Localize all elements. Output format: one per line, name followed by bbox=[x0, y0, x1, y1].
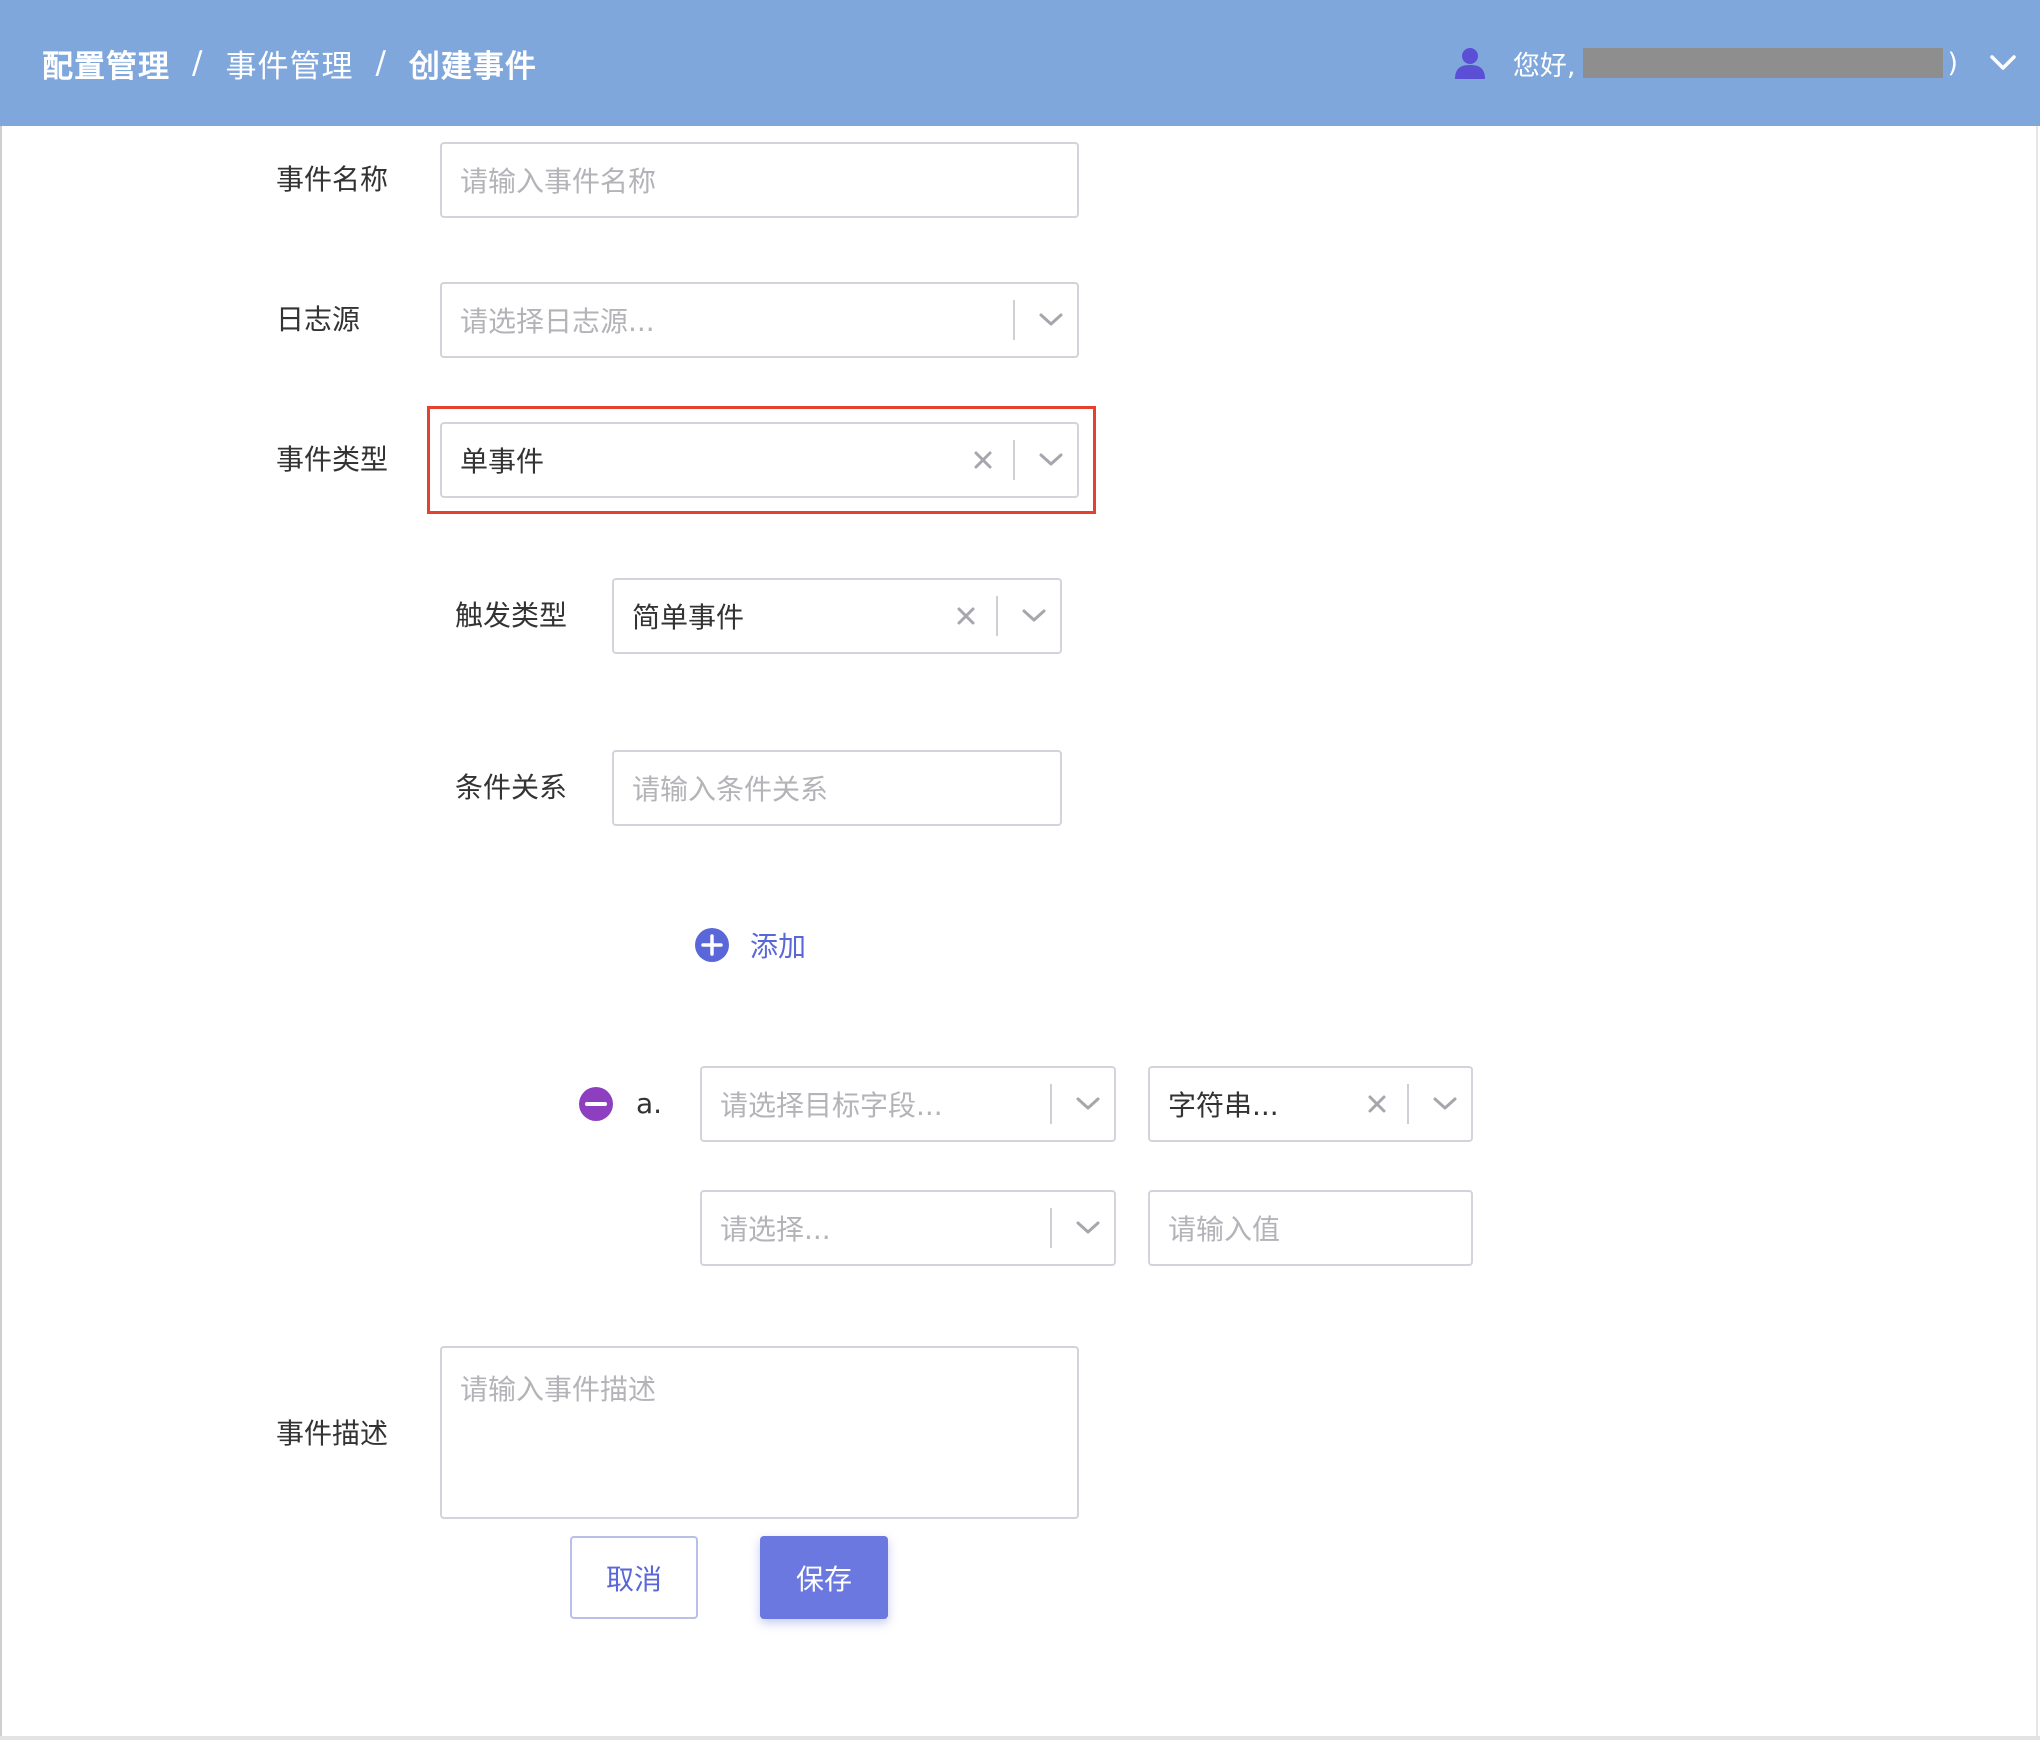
page-bottom-border bbox=[0, 1736, 2040, 1740]
value-placeholder: 请输入值 bbox=[1168, 1213, 1281, 1246]
trigger-type-select[interactable]: 简单事件 bbox=[612, 578, 1062, 654]
event-name-placeholder: 请输入事件名称 bbox=[460, 165, 657, 198]
breadcrumb-event-management[interactable]: 事件管理 bbox=[225, 41, 353, 86]
chevron-down-icon[interactable] bbox=[1008, 580, 1060, 652]
log-source-label: 日志源 bbox=[276, 303, 361, 336]
chevron-down-icon[interactable] bbox=[1062, 1192, 1114, 1264]
save-button[interactable]: 保存 bbox=[760, 1536, 888, 1619]
log-source-select[interactable]: 请选择日志源... bbox=[440, 282, 1079, 358]
breadcrumb-separator: / bbox=[192, 45, 204, 81]
clear-icon[interactable] bbox=[946, 580, 986, 652]
divider bbox=[1407, 1084, 1409, 1124]
target-field-placeholder: 请选择目标字段... bbox=[720, 1089, 943, 1122]
event-name-label: 事件名称 bbox=[276, 163, 389, 196]
chevron-down-icon[interactable] bbox=[1419, 1068, 1471, 1140]
divider bbox=[1050, 1208, 1052, 1248]
user-menu[interactable]: 您好, ) bbox=[1451, 38, 2018, 88]
operator-placeholder: 请选择... bbox=[720, 1213, 831, 1246]
cancel-button[interactable]: 取消 bbox=[570, 1536, 698, 1619]
event-type-label: 事件类型 bbox=[276, 443, 389, 476]
description-textarea[interactable]: 请输入事件描述 bbox=[440, 1346, 1079, 1519]
plus-circle-icon bbox=[695, 928, 729, 962]
condition-relation-input[interactable]: 请输入条件关系 bbox=[612, 750, 1062, 826]
divider bbox=[1050, 1084, 1052, 1124]
event-name-input[interactable]: 请输入事件名称 bbox=[440, 142, 1079, 218]
target-field-select[interactable]: 请选择目标字段... bbox=[700, 1066, 1116, 1142]
breadcrumb-config[interactable]: 配置管理 bbox=[42, 41, 170, 86]
breadcrumb-separator: / bbox=[375, 45, 387, 81]
page-right-border bbox=[2036, 126, 2038, 1740]
user-paren: ) bbox=[1947, 47, 1958, 79]
breadcrumb: 配置管理 / 事件管理 / 创建事件 bbox=[42, 38, 537, 88]
page-left-border bbox=[0, 126, 2, 1740]
top-header: 配置管理 / 事件管理 / 创建事件 您好, ) bbox=[0, 0, 2040, 126]
user-greeting: 您好, bbox=[1512, 50, 1576, 82]
log-source-placeholder: 请选择日志源... bbox=[460, 305, 655, 338]
clear-icon[interactable] bbox=[963, 424, 1003, 496]
user-icon bbox=[1451, 44, 1489, 82]
event-type-value: 单事件 bbox=[460, 445, 545, 478]
data-type-select[interactable]: 字符串... bbox=[1148, 1066, 1473, 1142]
condition-index: a. bbox=[636, 1087, 663, 1120]
masked-username bbox=[1583, 48, 1944, 78]
clear-icon[interactable] bbox=[1357, 1068, 1397, 1140]
value-input[interactable]: 请输入值 bbox=[1148, 1190, 1473, 1266]
event-type-select[interactable]: 单事件 bbox=[440, 422, 1079, 498]
trigger-type-label: 触发类型 bbox=[455, 599, 568, 632]
description-placeholder: 请输入事件描述 bbox=[460, 1373, 657, 1406]
chevron-down-icon[interactable] bbox=[1025, 424, 1077, 496]
operator-select[interactable]: 请选择... bbox=[700, 1190, 1116, 1266]
trigger-type-value: 简单事件 bbox=[632, 601, 745, 634]
condition-relation-placeholder: 请输入条件关系 bbox=[632, 773, 829, 806]
description-label: 事件描述 bbox=[276, 1417, 389, 1450]
chevron-down-icon[interactable] bbox=[1025, 284, 1077, 356]
add-condition-button[interactable]: 添加 bbox=[694, 925, 806, 965]
add-label: 添加 bbox=[750, 930, 807, 963]
chevron-down-icon[interactable] bbox=[1062, 1068, 1114, 1140]
breadcrumb-create-event: 创建事件 bbox=[408, 48, 537, 85]
condition-relation-label: 条件关系 bbox=[455, 771, 568, 804]
chevron-down-icon[interactable] bbox=[1988, 48, 2018, 78]
divider bbox=[1013, 440, 1015, 480]
divider bbox=[996, 596, 998, 636]
data-type-value: 字符串... bbox=[1168, 1089, 1279, 1122]
remove-circle-icon[interactable] bbox=[578, 1086, 614, 1122]
divider bbox=[1013, 300, 1015, 340]
